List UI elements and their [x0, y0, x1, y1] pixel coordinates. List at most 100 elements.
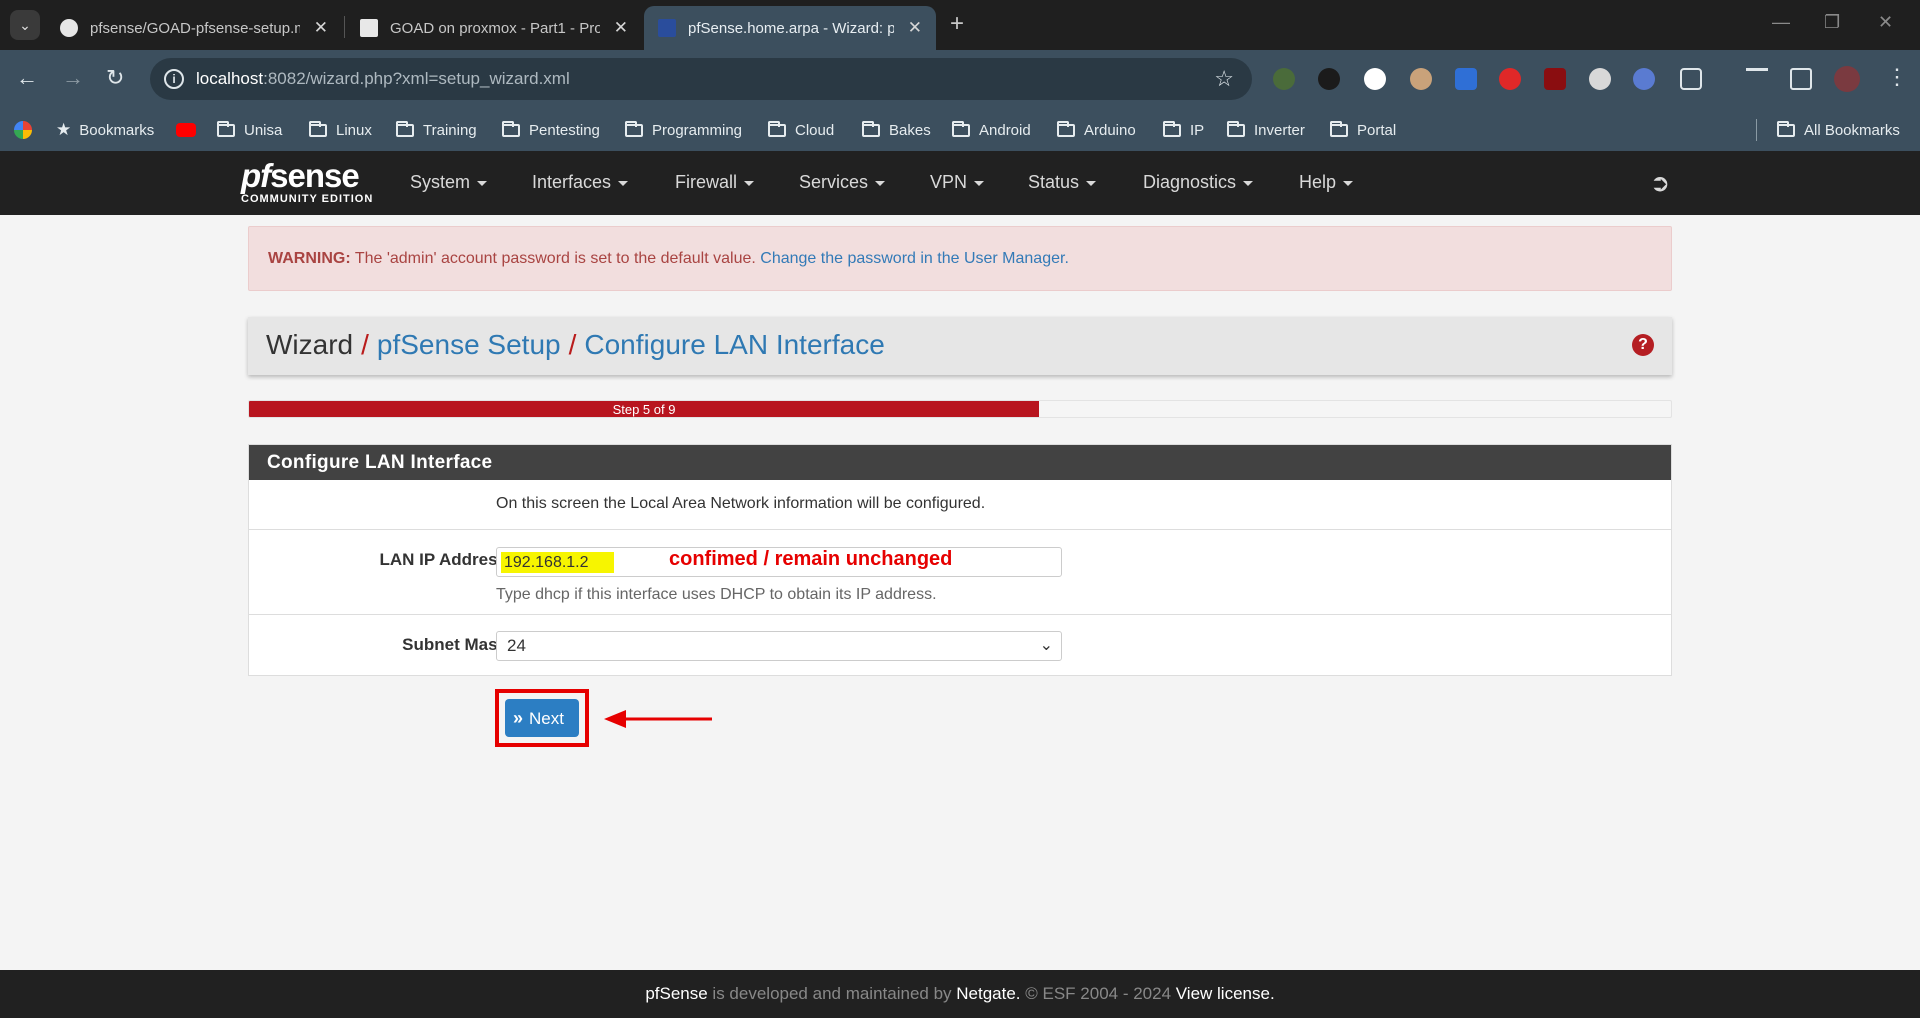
bookmark-folder[interactable]: Inverter [1227, 109, 1305, 151]
minimize-icon[interactable]: — [1772, 12, 1790, 33]
youtube-icon[interactable] [176, 109, 196, 151]
warning-label: WARNING: [268, 250, 351, 267]
bookmark-folder[interactable]: Unisa [217, 109, 282, 151]
menu-label: Help [1299, 172, 1337, 192]
wizard-progress-bar: Step 5 of 9 [248, 400, 1672, 418]
view-license-link[interactable]: View license. [1176, 984, 1275, 1003]
menu-firewall[interactable]: Firewall [675, 172, 755, 193]
back-icon[interactable]: ← [16, 65, 38, 91]
menu-label: Firewall [675, 172, 738, 192]
extension-block-icon[interactable] [1499, 68, 1521, 90]
bookmark-star-icon[interactable]: ☆ [1214, 66, 1234, 92]
extension-shield-icon[interactable] [1455, 68, 1477, 90]
caret-down-icon [1243, 180, 1254, 186]
tab-goad-proxmox[interactable]: GOAD on proxmox - Part1 - Pro ✕ [346, 6, 642, 50]
folder-icon [217, 120, 235, 137]
close-icon[interactable]: ✕ [908, 18, 922, 38]
bookmark-label: Programming [652, 121, 743, 139]
forward-icon[interactable]: → [62, 65, 84, 91]
bookmark-folder[interactable]: Portal [1330, 109, 1396, 151]
warning-text: The 'admin' account password is set to t… [350, 250, 761, 267]
extension-icon[interactable] [1273, 68, 1295, 90]
ublock-icon[interactable] [1544, 68, 1566, 90]
menu-label: System [410, 172, 471, 192]
extension-gauge-icon[interactable] [1364, 68, 1386, 90]
all-bookmarks-folder[interactable]: All Bookmarks [1777, 109, 1900, 151]
netgate-link[interactable]: Netgate. [956, 984, 1020, 1003]
side-panel-icon[interactable] [1790, 68, 1812, 90]
subnet-mask-value: 24 [507, 636, 526, 655]
menu-vpn[interactable]: VPN [930, 172, 985, 193]
menu-help[interactable]: Help [1299, 172, 1354, 193]
menu-services[interactable]: Services [799, 172, 886, 193]
logout-icon[interactable]: ➲ [1650, 169, 1670, 198]
address-bar[interactable]: i localhost:8082/wizard.php?xml=setup_wi… [150, 58, 1252, 100]
bookmark-label: Arduino [1084, 121, 1136, 139]
menu-interfaces[interactable]: Interfaces [532, 172, 629, 193]
menu-status[interactable]: Status [1028, 172, 1097, 193]
extension-face-icon[interactable] [1410, 68, 1432, 90]
lan-ip-input[interactable]: 192.168.1.2 confimed / remain unchanged [496, 547, 1062, 577]
breadcrumb-configure-lan[interactable]: Configure LAN Interface [584, 329, 884, 360]
change-password-link[interactable]: Change the password in the User Manager. [760, 250, 1069, 267]
new-tab-button[interactable]: + [950, 10, 964, 38]
configure-lan-panel: Configure LAN Interface On this screen t… [248, 444, 1672, 676]
close-icon[interactable]: ✕ [614, 18, 628, 38]
bookmark-folder[interactable]: Bakes [862, 109, 931, 151]
tab-title: pfsense/GOAD-pfsense-setup.m [90, 19, 300, 37]
menu-system[interactable]: System [410, 172, 488, 193]
site-info-icon[interactable]: i [164, 69, 184, 89]
restore-icon[interactable]: ❐ [1824, 12, 1840, 33]
bookmark-folder[interactable]: Linux [309, 109, 372, 151]
media-controls-icon[interactable] [1746, 68, 1768, 82]
folder-icon [396, 120, 414, 137]
next-button[interactable]: » Next [505, 699, 579, 737]
url-text[interactable]: localhost:8082/wizard.php?xml=setup_wiza… [196, 69, 570, 89]
folder-icon [502, 120, 520, 137]
bookmark-folder[interactable]: Android [952, 109, 1031, 151]
double-chevron-right-icon: » [513, 708, 524, 728]
close-icon[interactable]: ✕ [314, 18, 328, 38]
bookmark-folder[interactable]: Programming [625, 109, 742, 151]
menu-label: VPN [930, 172, 968, 192]
extension-hat-icon[interactable] [1318, 68, 1340, 90]
page-icon [360, 19, 378, 37]
folder-icon [625, 120, 643, 137]
bookmark-label: Training [423, 121, 477, 139]
lan-ip-hint: Type dhcp if this interface uses DHCP to… [496, 586, 937, 603]
bookmark-folder[interactable]: IP [1163, 109, 1204, 151]
profile-avatar[interactable] [1834, 66, 1860, 92]
tab-search-button[interactable]: ⌄ [10, 10, 40, 40]
folder-icon [309, 120, 327, 137]
extensions-puzzle-icon[interactable] [1680, 68, 1702, 90]
extension-flag-icon[interactable] [1633, 68, 1655, 90]
footer-copyright: © ESF 2004 - 2024 [1020, 984, 1176, 1003]
menu-dots-icon[interactable]: ⋮ [1886, 64, 1908, 90]
url-host: localhost [196, 69, 264, 88]
bookmark-item[interactable]: ★ Bookmarks [56, 109, 154, 151]
breadcrumb-root: Wizard [266, 329, 354, 360]
window-close-icon[interactable]: ✕ [1878, 12, 1893, 33]
subnet-mask-select[interactable]: 24 ⌄ [496, 631, 1062, 661]
breadcrumb-pfsense-setup[interactable]: pfSense Setup [377, 329, 561, 360]
bookmark-label: Portal [1357, 121, 1397, 139]
tab-pfsense-wizard[interactable]: pfSense.home.arpa - Wizard: pf ✕ [644, 6, 936, 50]
apps-icon[interactable] [14, 109, 32, 151]
pfsense-logo[interactable]: pfsense COMMUNITY EDITION [241, 158, 373, 206]
bookmark-folder[interactable]: Pentesting [502, 109, 600, 151]
annotation-arrow [604, 710, 712, 728]
reload-icon[interactable]: ↻ [106, 65, 124, 91]
tab-separator [344, 16, 345, 38]
tab-github[interactable]: pfsense/GOAD-pfsense-setup.m ✕ [46, 6, 342, 50]
bookmark-folder[interactable]: Training [396, 109, 477, 151]
extension-eye-icon[interactable] [1589, 68, 1611, 90]
breadcrumb-separator: / [361, 329, 369, 360]
bookmark-folder[interactable]: Arduino [1057, 109, 1136, 151]
menu-diagnostics[interactable]: Diagnostics [1143, 172, 1254, 193]
github-icon [60, 19, 78, 37]
help-icon[interactable]: ? [1632, 334, 1654, 356]
bookmark-folder[interactable]: Cloud [768, 109, 834, 151]
page-footer: pfSense is developed and maintained by N… [0, 970, 1920, 1018]
folder-icon [862, 120, 880, 137]
caret-down-icon [477, 180, 488, 186]
